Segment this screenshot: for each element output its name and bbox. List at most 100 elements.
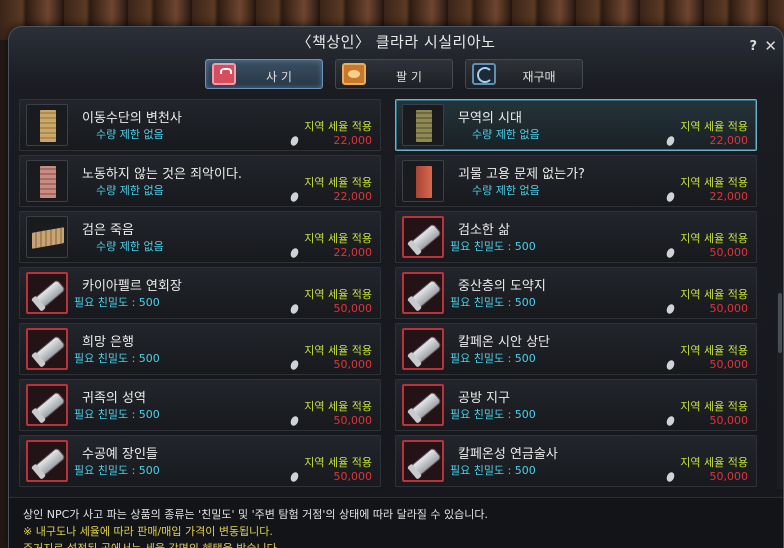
tax-label: 지역 세율 적용 xyxy=(304,232,372,245)
tax-label: 지역 세율 적용 xyxy=(304,400,372,413)
tab-buy-label: 사 기 xyxy=(266,70,292,84)
tax-label: 지역 세율 적용 xyxy=(680,288,748,301)
shop-item[interactable]: 이동수단의 변천사수량 제한 없음 지역 세율 적용 22,000 xyxy=(19,99,381,151)
item-name: 카이아펠르 연회장 xyxy=(82,279,182,294)
item-name: 수공예 장인들 xyxy=(82,447,158,462)
tab-rebuy-label: 재구매 xyxy=(522,70,556,84)
item-price: 50,000 xyxy=(709,358,749,371)
close-button[interactable]: ✕ xyxy=(764,37,777,55)
scroll-icon xyxy=(35,448,65,476)
scroll-icon xyxy=(35,336,65,364)
shop-item[interactable]: 수공예 장인들 필요 친밀도 : 500 지역 세율 적용 50,000 xyxy=(19,435,381,487)
item-price: 50,000 xyxy=(333,358,373,371)
shop-item[interactable]: 노동하지 않는 것은 죄악이다. 수량 제한 없음 지역 세율 적용 22,000 xyxy=(19,155,381,207)
item-price: 22,000 xyxy=(333,190,373,203)
item-price: 50,000 xyxy=(333,302,373,315)
shop-item[interactable]: 카이아펠르 연회장필요 친밀도 : 500 지역 세율 적용 50,000 xyxy=(19,267,381,319)
tab-sell[interactable]: 팔 기 xyxy=(335,59,453,89)
required-affinity: 필요 친밀도 : 500 xyxy=(74,296,160,309)
footer-info-line: 상인 NPC가 사고 파는 상품의 종류는 '친밀도' 및 '주변 탐험 거점'… xyxy=(23,508,489,521)
book-icon xyxy=(40,110,56,142)
shop-item[interactable]: 무역의 시대 수량 제한 없음 지역 세율 적용 22,000 xyxy=(395,99,757,151)
shop-item[interactable]: 칼페온 시안 상단필요 친밀도 : 500 지역 세율 적용 50,000 xyxy=(395,323,757,375)
shop-item[interactable]: 검소한 삶 필요 친밀도 : 500 지역 세율 적용 50,000 xyxy=(395,211,757,263)
item-price: 50,000 xyxy=(333,470,373,483)
coins-icon xyxy=(342,63,366,85)
shop-item[interactable]: 귀족의 성역 필요 친밀도 : 500 지역 세율 적용 50,000 xyxy=(19,379,381,431)
item-price: 50,000 xyxy=(333,414,373,427)
book-item-icon xyxy=(26,160,68,202)
silver-coin-icon xyxy=(289,470,300,484)
item-name: 칼페온 시안 상단 xyxy=(458,335,550,350)
tab-rebuy[interactable]: 재구매 xyxy=(465,59,583,89)
book-item-icon xyxy=(26,216,68,258)
silver-coin-icon xyxy=(289,302,300,316)
scroll-icon xyxy=(411,336,441,364)
scroll-item-icon xyxy=(26,440,68,482)
scroll-icon xyxy=(411,224,441,252)
item-name: 검은 죽음 xyxy=(82,223,134,238)
silver-coin-icon xyxy=(665,470,676,484)
item-price: 22,000 xyxy=(333,134,373,147)
item-name: 괴물 고용 문제 없는가? xyxy=(458,167,585,182)
scroll-item-icon xyxy=(402,216,444,258)
shop-item[interactable]: 희망 은행 필요 친밀도 : 500 지역 세율 적용 50,000 xyxy=(19,323,381,375)
tax-label: 지역 세율 적용 xyxy=(680,120,748,133)
required-affinity: 필요 친밀도 : 500 xyxy=(450,240,536,253)
tax-label: 지역 세율 적용 xyxy=(304,120,372,133)
shop-item[interactable]: 검은 죽음 수량 제한 없음 지역 세율 적용 22,000 xyxy=(19,211,381,263)
required-affinity: 필요 친밀도 : 500 xyxy=(74,464,160,477)
quantity-limit: 수량 제한 없음 xyxy=(472,128,540,141)
item-name: 노동하지 않는 것은 죄악이다. xyxy=(82,167,243,182)
tax-label: 지역 세율 적용 xyxy=(304,288,372,301)
tab-buy[interactable]: 사 기 xyxy=(205,59,323,89)
quantity-limit: 수량 제한 없음 xyxy=(96,184,164,197)
shop-item[interactable]: 공방 지구 필요 친밀도 : 500 지역 세율 적용 50,000 xyxy=(395,379,757,431)
scroll-item-icon xyxy=(26,328,68,370)
book-icon xyxy=(32,227,64,249)
item-name: 무역의 시대 xyxy=(458,111,522,126)
shop-item[interactable]: 칼페온성 연금술사 필요 친밀도 : 500 지역 세율 적용 50,000 xyxy=(395,435,757,487)
book-item-icon xyxy=(26,104,68,146)
silver-coin-icon xyxy=(289,246,300,260)
book-icon xyxy=(416,166,432,198)
item-name: 중산층의 도약지 xyxy=(458,279,546,294)
item-price: 22,000 xyxy=(333,246,373,259)
window-title: 〈책상인〉 클라라 시실리아노 xyxy=(296,33,496,51)
bag-icon xyxy=(212,63,236,85)
scroll-item-icon xyxy=(402,440,444,482)
help-button[interactable]: ? xyxy=(749,39,757,54)
scroll-item-icon xyxy=(26,272,68,314)
quantity-limit: 수량 제한 없음 xyxy=(96,128,164,141)
book-icon xyxy=(416,110,432,142)
quantity-limit: 수량 제한 없음 xyxy=(472,184,540,197)
tax-label: 지역 세율 적용 xyxy=(680,232,748,245)
tax-label: 지역 세율 적용 xyxy=(680,176,748,189)
silver-coin-icon xyxy=(665,414,676,428)
scroll-icon xyxy=(35,392,65,420)
item-name: 이동수단의 변천사 xyxy=(82,111,182,126)
tax-label: 지역 세율 적용 xyxy=(680,456,748,469)
item-price: 22,000 xyxy=(709,190,749,203)
scroll-item-icon xyxy=(402,272,444,314)
tax-label: 지역 세율 적용 xyxy=(680,400,748,413)
silver-coin-icon xyxy=(289,134,300,148)
tax-label: 지역 세율 적용 xyxy=(680,344,748,357)
silver-coin-icon xyxy=(665,134,676,148)
required-affinity: 필요 친밀도 : 500 xyxy=(74,352,160,365)
npc-shop-window: 〈책상인〉 클라라 시실리아노 ? ✕ 사 기 팔 기 재구매 이동수단의 변천… xyxy=(8,26,784,548)
item-price: 50,000 xyxy=(709,246,749,259)
book-item-icon xyxy=(402,104,444,146)
scroll-icon xyxy=(411,280,441,308)
silver-coin-icon xyxy=(289,414,300,428)
silver-coin-icon xyxy=(665,246,676,260)
shop-item[interactable]: 중산층의 도약지 필요 친밀도 : 500 지역 세율 적용 50,000 xyxy=(395,267,757,319)
shop-item[interactable]: 괴물 고용 문제 없는가? 수량 제한 없음 지역 세율 적용 22,000 xyxy=(395,155,757,207)
item-price: 50,000 xyxy=(709,470,749,483)
book-icon xyxy=(40,166,56,198)
required-affinity: 필요 친밀도 : 500 xyxy=(450,352,536,365)
scroll-item-icon xyxy=(26,384,68,426)
silver-coin-icon xyxy=(665,302,676,316)
silver-coin-icon xyxy=(289,190,300,204)
scrollbar[interactable] xyxy=(777,289,783,489)
